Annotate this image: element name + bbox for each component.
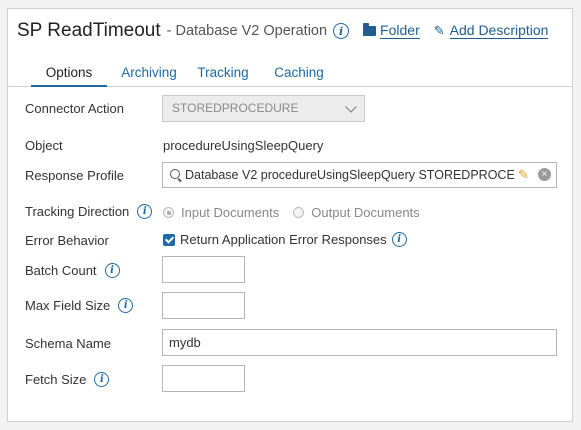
tracking-direction-radios: Input Documents Output Documents xyxy=(163,205,420,220)
return-errors-label: Return Application Error Responses xyxy=(180,232,387,247)
info-icon[interactable]: i xyxy=(104,263,120,278)
tab-tracking[interactable]: Tracking xyxy=(190,57,256,87)
batch-count-label: Batch Count i xyxy=(25,263,120,278)
folder-icon xyxy=(363,23,377,36)
output-documents-radio[interactable] xyxy=(293,207,305,218)
pencil-icon: ✎ xyxy=(433,23,445,38)
chevron-down-icon xyxy=(345,101,357,113)
input-documents-label: Input Documents xyxy=(181,205,280,220)
connector-action-select[interactable]: STOREDPROCEDURE xyxy=(162,95,365,122)
output-documents-label: Output Documents xyxy=(311,205,420,220)
tab-options[interactable]: Options xyxy=(31,57,107,87)
schema-name-label: Schema Name xyxy=(25,336,111,351)
info-icon[interactable]: i xyxy=(94,372,110,387)
edit-icon[interactable]: ✎ xyxy=(518,167,529,183)
page-title: SP ReadTimeout xyxy=(17,20,161,41)
response-profile-label: Response Profile xyxy=(25,168,124,183)
fetch-size-label: Fetch Size i xyxy=(25,372,110,387)
max-field-size-input[interactable] xyxy=(162,292,245,319)
connector-action-label-text: Connector Action xyxy=(25,101,125,116)
error-behavior-label-text: Error Behavior xyxy=(25,233,109,248)
info-icon[interactable]: i xyxy=(137,204,153,219)
batch-count-input[interactable] xyxy=(162,256,245,283)
response-profile-value: Database V2 procedureUsingSleepQuery STO… xyxy=(185,168,515,182)
input-documents-radio[interactable] xyxy=(163,207,174,218)
tab-bar: Options Archiving Tracking Caching xyxy=(7,57,573,87)
tab-archiving[interactable]: Archiving xyxy=(111,57,187,87)
tracking-direction-label-text: Tracking Direction xyxy=(25,204,130,219)
connector-action-label: Connector Action xyxy=(25,101,124,116)
fetch-size-input[interactable] xyxy=(162,365,245,392)
error-behavior-row: Return Application Error Responses i xyxy=(163,232,407,247)
search-icon xyxy=(170,169,180,179)
add-description-link[interactable]: ✎ Add Description xyxy=(434,23,549,39)
error-behavior-label: Error Behavior xyxy=(25,233,109,248)
response-profile-label-text: Response Profile xyxy=(25,168,124,183)
fetch-size-label-text: Fetch Size xyxy=(25,372,87,387)
clear-icon[interactable]: × xyxy=(538,168,551,181)
info-icon[interactable]: i xyxy=(391,232,407,247)
response-profile-field[interactable]: Database V2 procedureUsingSleepQuery STO… xyxy=(162,162,557,188)
max-field-size-label: Max Field Size i xyxy=(25,298,134,313)
object-label: Object xyxy=(25,138,63,153)
object-label-text: Object xyxy=(25,138,63,153)
tab-caching[interactable]: Caching xyxy=(267,57,331,87)
info-icon[interactable]: i xyxy=(333,23,350,39)
page-header: SP ReadTimeout - Database V2 Operation i… xyxy=(17,20,549,42)
folder-link-label: Folder xyxy=(380,22,420,39)
info-icon[interactable]: i xyxy=(118,298,134,313)
connector-action-value: STOREDPROCEDURE xyxy=(172,101,299,115)
schema-name-label-text: Schema Name xyxy=(25,336,111,351)
tracking-direction-label: Tracking Direction i xyxy=(25,204,153,219)
object-value: procedureUsingSleepQuery xyxy=(163,138,324,153)
max-field-size-label-text: Max Field Size xyxy=(25,298,111,313)
add-description-label: Add Description xyxy=(449,22,549,39)
batch-count-label-text: Batch Count xyxy=(25,263,97,278)
folder-link[interactable]: Folder xyxy=(363,23,420,39)
page-subtitle: - Database V2 Operation xyxy=(166,23,328,39)
schema-name-input[interactable] xyxy=(162,329,557,356)
return-errors-checkbox[interactable] xyxy=(163,233,175,246)
